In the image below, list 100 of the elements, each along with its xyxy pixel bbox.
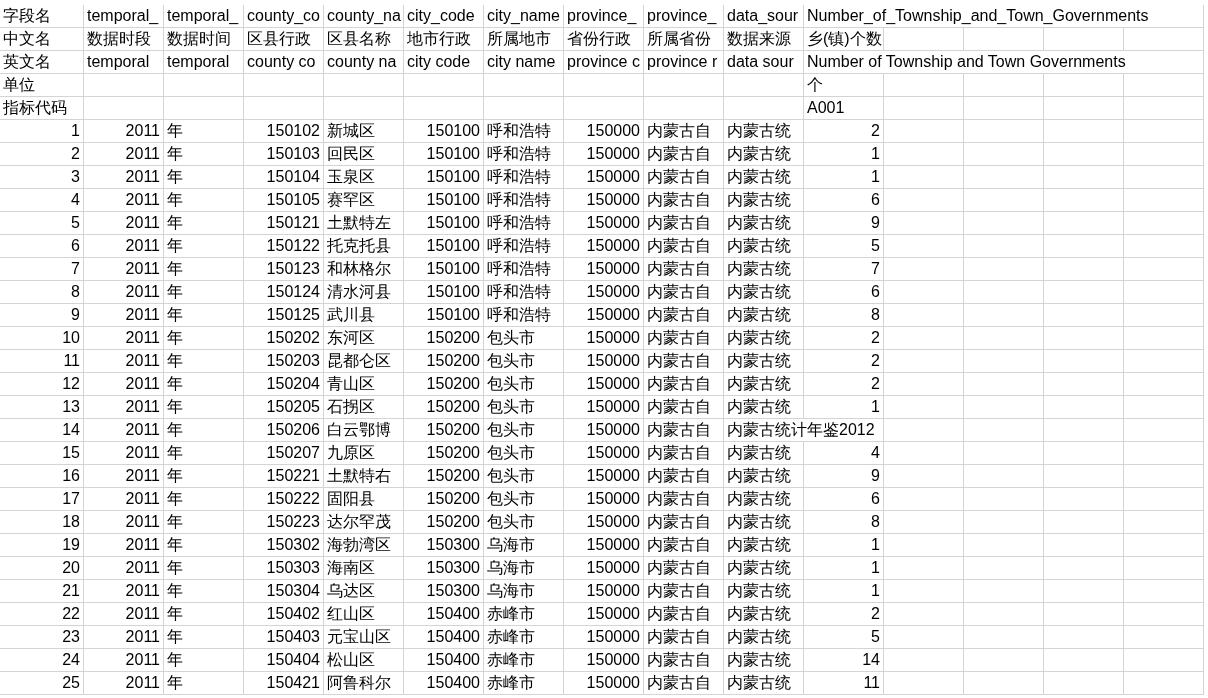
table-cell: 7 — [804, 258, 884, 281]
table-cell: 150303 — [244, 557, 324, 580]
table-cell: 字段名 — [0, 5, 84, 28]
table-cell: 乌达区 — [324, 580, 404, 603]
table-cell: city name — [484, 51, 564, 74]
table-cell: 呼和浩特 — [484, 120, 564, 143]
table-cell: 150000 — [564, 189, 644, 212]
table-cell: 石拐区 — [324, 396, 404, 419]
table-cell: 2 — [804, 603, 884, 626]
table-cell: county co — [244, 51, 324, 74]
table-cell: 内蒙古自 — [644, 442, 724, 465]
table-cell: 内蒙古自 — [644, 396, 724, 419]
table-cell: 中文名 — [0, 28, 84, 51]
table-cell: 150000 — [564, 649, 644, 672]
table-cell: 回民区 — [324, 143, 404, 166]
table-cell: 150100 — [404, 143, 484, 166]
table-cell: 内蒙古统 — [724, 281, 804, 304]
table-cell: 150207 — [244, 442, 324, 465]
table-cell: 内蒙古统 — [724, 511, 804, 534]
table-cell: 8 — [0, 281, 84, 304]
table-cell: 150200 — [404, 396, 484, 419]
table-cell: 150404 — [244, 649, 324, 672]
table-cell: 150100 — [404, 235, 484, 258]
table-cell: 150100 — [404, 212, 484, 235]
table-cell: 省份行政 — [564, 28, 644, 51]
table-cell: 150302 — [244, 534, 324, 557]
table-cell: 乡(镇)个数 — [804, 28, 884, 51]
table-cell: 5 — [804, 235, 884, 258]
table-cell: 2011 — [84, 442, 164, 465]
table-cell: 年 — [164, 442, 244, 465]
table-cell: 150200 — [404, 350, 484, 373]
table-cell: 150203 — [244, 350, 324, 373]
table-cell: 14 — [0, 419, 84, 442]
table-cell: 2011 — [84, 212, 164, 235]
table-cell: 22 — [0, 603, 84, 626]
table-cell: 12 — [0, 373, 84, 396]
table-cell: 150103 — [244, 143, 324, 166]
table-cell: 150100 — [404, 120, 484, 143]
table-cell: 内蒙古统 — [724, 212, 804, 235]
table-cell: 21 — [0, 580, 84, 603]
table-cell: 150204 — [244, 373, 324, 396]
table-cell: 150200 — [404, 442, 484, 465]
table-cell: 150123 — [244, 258, 324, 281]
table-cell: 9 — [804, 465, 884, 488]
table-cell: 内蒙古统 — [724, 258, 804, 281]
table-cell: 8 — [804, 511, 884, 534]
table-cell: 内蒙古自 — [644, 166, 724, 189]
table-cell: 150000 — [564, 580, 644, 603]
table-cell: 18 — [0, 511, 84, 534]
table-cell: 1 — [804, 534, 884, 557]
table-cell: 内蒙古自 — [644, 281, 724, 304]
table-cell: 2011 — [84, 603, 164, 626]
table-cell: 呼和浩特 — [484, 304, 564, 327]
table-cell: 内蒙古统 — [724, 465, 804, 488]
table-cell: 9 — [804, 212, 884, 235]
table-cell: 年 — [164, 672, 244, 695]
table-cell: 内蒙古统 — [724, 120, 804, 143]
table-cell: 4 — [804, 442, 884, 465]
table-cell: 1 — [804, 396, 884, 419]
table-cell: data_sour — [724, 5, 804, 28]
table-cell: 3 — [0, 166, 84, 189]
table-cell: county_na — [324, 5, 404, 28]
table-cell: 150222 — [244, 488, 324, 511]
table-cell: 英文名 — [0, 51, 84, 74]
table-cell: 2 — [804, 350, 884, 373]
table-cell: province_ — [644, 5, 724, 28]
table-cell: 150000 — [564, 373, 644, 396]
table-cell: 内蒙古自 — [644, 212, 724, 235]
table-cell: temporal_ — [84, 5, 164, 28]
table-cell: 2011 — [84, 626, 164, 649]
table-cell: 内蒙古统 — [724, 672, 804, 695]
table-cell: 年 — [164, 258, 244, 281]
table-cell: 内蒙古统 — [724, 603, 804, 626]
table-cell: 2 — [804, 373, 884, 396]
table-cell: 6 — [804, 488, 884, 511]
table-cell: 海勃湾区 — [324, 534, 404, 557]
table-cell: 5 — [0, 212, 84, 235]
table-cell: 内蒙古统 — [724, 235, 804, 258]
table-cell: 2011 — [84, 166, 164, 189]
table-cell: 150200 — [404, 465, 484, 488]
table-cell: 年 — [164, 626, 244, 649]
table-cell: 150000 — [564, 166, 644, 189]
table-cell: 元宝山区 — [324, 626, 404, 649]
table-cell: 1 — [804, 557, 884, 580]
table-cell: 内蒙古统 — [724, 327, 804, 350]
table-cell: 150000 — [564, 120, 644, 143]
table-cell: 150000 — [564, 235, 644, 258]
table-cell: county na — [324, 51, 404, 74]
table-cell: 包头市 — [484, 396, 564, 419]
table-cell: 内蒙古统 — [724, 189, 804, 212]
table-cell: 150100 — [404, 281, 484, 304]
table-cell: 内蒙古统 — [724, 373, 804, 396]
table-cell: 年 — [164, 603, 244, 626]
table-cell: 内蒙古自 — [644, 672, 724, 695]
table-cell: 年 — [164, 373, 244, 396]
table-cell: 1 — [804, 166, 884, 189]
table-cell: 2011 — [84, 511, 164, 534]
table-cell: 数据来源 — [724, 28, 804, 51]
table-cell: 区县行政 — [244, 28, 324, 51]
table-cell: 内蒙古自 — [644, 350, 724, 373]
